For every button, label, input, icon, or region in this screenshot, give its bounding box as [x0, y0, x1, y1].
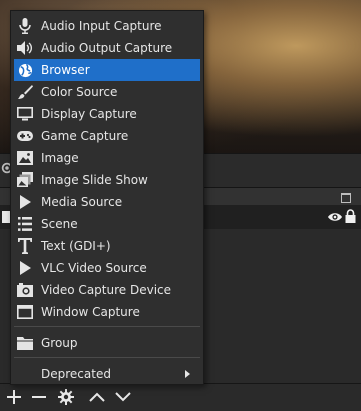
add-source-context-menu: Audio Input Capture Audio Output Capture… [10, 10, 204, 385]
eye-icon[interactable] [327, 210, 342, 224]
list-icon [17, 216, 33, 232]
move-up-icon[interactable] [87, 387, 107, 407]
menu-item-label: Audio Input Capture [41, 19, 162, 33]
menu-item-scene[interactable]: Scene [14, 213, 200, 235]
menu-item-display-capture[interactable]: Display Capture [14, 103, 200, 125]
monitor-icon [17, 106, 33, 122]
menu-item-group[interactable]: Group [14, 332, 200, 354]
sources-toolbar [0, 383, 361, 411]
folder-icon [17, 335, 33, 351]
microphone-icon [17, 18, 33, 34]
menu-separator [14, 326, 200, 327]
slideshow-icon [17, 172, 33, 188]
play-icon [17, 260, 33, 276]
paint-brush-icon [17, 84, 33, 100]
menu-item-label: Image [41, 151, 79, 165]
menu-item-image-slide-show[interactable]: Image Slide Show [14, 169, 200, 191]
menu-item-window-capture[interactable]: Window Capture [14, 301, 200, 323]
submenu-arrow-icon [185, 370, 190, 378]
camera-icon [17, 282, 33, 298]
speaker-icon [17, 40, 33, 56]
add-icon[interactable] [4, 387, 24, 407]
menu-item-label: VLC Video Source [41, 261, 147, 275]
menu-item-audio-input-capture[interactable]: Audio Input Capture [14, 15, 200, 37]
menu-item-label: Text (GDI+) [41, 239, 111, 253]
menu-item-label: Group [41, 336, 78, 350]
menu-item-label: Browser [41, 63, 90, 77]
menu-item-label: Display Capture [41, 107, 137, 121]
text-icon [17, 238, 33, 254]
globe-icon [17, 62, 33, 78]
menu-item-label: Color Source [41, 85, 118, 99]
image-icon [17, 150, 33, 166]
float-dock-icon[interactable] [341, 193, 351, 203]
move-down-icon[interactable] [113, 387, 133, 407]
menu-item-label: Game Capture [41, 129, 129, 143]
menu-item-browser[interactable]: Browser [14, 59, 200, 81]
menu-item-audio-output-capture[interactable]: Audio Output Capture [14, 37, 200, 59]
menu-item-deprecated-submenu[interactable]: Deprecated [14, 363, 200, 385]
menu-item-text-gdi[interactable]: Text (GDI+) [14, 235, 200, 257]
gear-icon[interactable] [56, 387, 76, 407]
menu-item-label: Scene [41, 217, 78, 231]
menu-item-game-capture[interactable]: Game Capture [14, 125, 200, 147]
window-icon [17, 304, 33, 320]
menu-item-label: Window Capture [41, 305, 140, 319]
remove-icon[interactable] [29, 387, 49, 407]
gamepad-icon [17, 128, 33, 144]
play-icon [17, 194, 33, 210]
menu-item-color-source[interactable]: Color Source [14, 81, 200, 103]
lock-icon[interactable] [345, 209, 356, 223]
menu-item-media-source[interactable]: Media Source [14, 191, 200, 213]
menu-item-label: Audio Output Capture [41, 41, 173, 55]
menu-item-label: Deprecated [41, 367, 111, 381]
menu-item-label: Media Source [41, 195, 123, 209]
menu-item-vlc-video-source[interactable]: VLC Video Source [14, 257, 200, 279]
menu-item-label: Video Capture Device [41, 283, 172, 297]
menu-item-video-capture-device[interactable]: Video Capture Device [14, 279, 200, 301]
menu-separator [14, 357, 200, 358]
menu-item-image[interactable]: Image [14, 147, 200, 169]
menu-item-label: Image Slide Show [41, 173, 148, 187]
